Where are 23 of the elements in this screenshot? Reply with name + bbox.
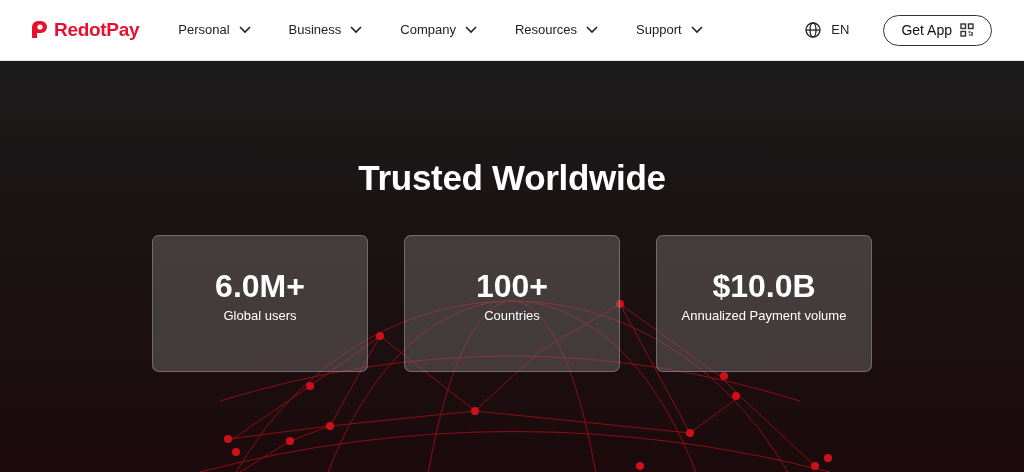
logo-icon [30, 20, 50, 40]
nav-menu-item[interactable]: Personal [178, 20, 251, 40]
language-label[interactable]: EN [831, 20, 850, 40]
chevron-down-icon [350, 26, 363, 34]
chevron-down-icon [464, 26, 477, 34]
get-app-button[interactable]: Get App [883, 14, 992, 46]
nav-menu-item[interactable]: Company [400, 20, 477, 40]
chevron-down-icon [238, 26, 251, 34]
chevron-down-icon [586, 26, 599, 34]
stat-label: Countries [484, 307, 540, 326]
stat-value: $10.0B [712, 269, 816, 305]
globe-icon[interactable] [805, 22, 822, 38]
stat-label: Global users [223, 307, 297, 326]
stat-value: 100+ [475, 269, 549, 305]
chevron-down-icon [690, 26, 703, 34]
nav-menu-item[interactable]: Support [636, 20, 703, 40]
qr-code-icon [960, 23, 974, 37]
stat-label: Annualized Payment volume [681, 307, 847, 326]
nav-menu-item[interactable]: Business [288, 20, 363, 40]
brand-name[interactable]: RedotPay [54, 15, 140, 45]
section-title: Trusted Worldwide [357, 157, 667, 199]
stat-value: 6.0M+ [215, 269, 305, 305]
nav-menu-item[interactable]: Resources [514, 20, 599, 40]
